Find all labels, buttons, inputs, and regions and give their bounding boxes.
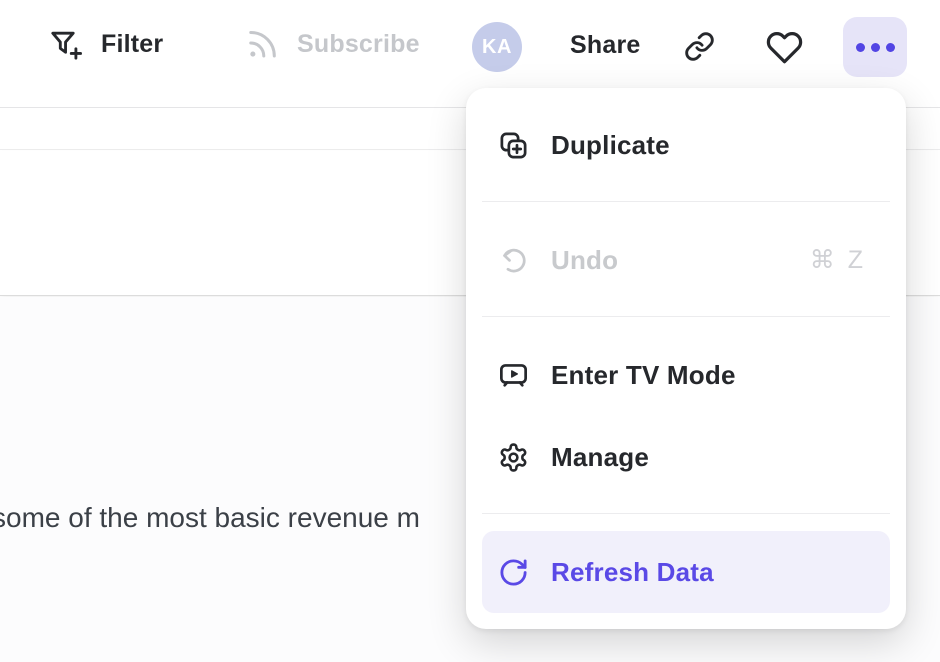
duplicate-icon [498,130,529,161]
refresh-icon [498,557,529,588]
menu-item-manage[interactable]: Manage [482,416,890,498]
ellipsis-icon [856,43,895,52]
subscribe-button[interactable]: Subscribe [244,26,420,62]
shortcut-badge: ⌘ Z [810,245,866,275]
filter-button[interactable]: Filter [48,26,163,62]
filter-label: Filter [101,30,163,59]
subscribe-label: Subscribe [297,30,420,59]
filter-plus-icon [48,26,84,62]
avatar-initials: KA [482,36,512,59]
rss-icon [244,26,280,62]
copy-link-button[interactable] [684,31,715,62]
menu-item-label: Undo [551,245,618,276]
menu-item-undo[interactable]: Undo ⌘ Z [482,219,890,301]
menu-divider [482,201,890,202]
undo-icon [498,245,529,276]
menu-item-label: Duplicate [551,130,670,161]
tv-mode-icon [498,360,529,391]
menu-item-refresh-data[interactable]: Refresh Data [482,531,890,613]
menu-item-label: Enter TV Mode [551,360,736,391]
menu-divider [482,513,890,514]
menu-item-label: Manage [551,442,649,473]
share-label: Share [570,31,640,60]
menu-divider [482,316,890,317]
favorite-button[interactable] [766,29,803,66]
link-icon [684,31,715,62]
heart-icon [766,29,803,66]
share-button[interactable]: Share [570,31,640,60]
menu-item-enter-tv-mode[interactable]: Enter TV Mode [482,334,890,416]
gear-icon [498,442,529,473]
avatar[interactable]: KA [472,22,522,72]
more-options-button[interactable] [843,17,907,77]
menu-item-label: Refresh Data [551,557,714,588]
more-options-menu: Duplicate Undo ⌘ Z Enter TV Mode [466,88,906,629]
menu-item-duplicate[interactable]: Duplicate [482,104,890,186]
